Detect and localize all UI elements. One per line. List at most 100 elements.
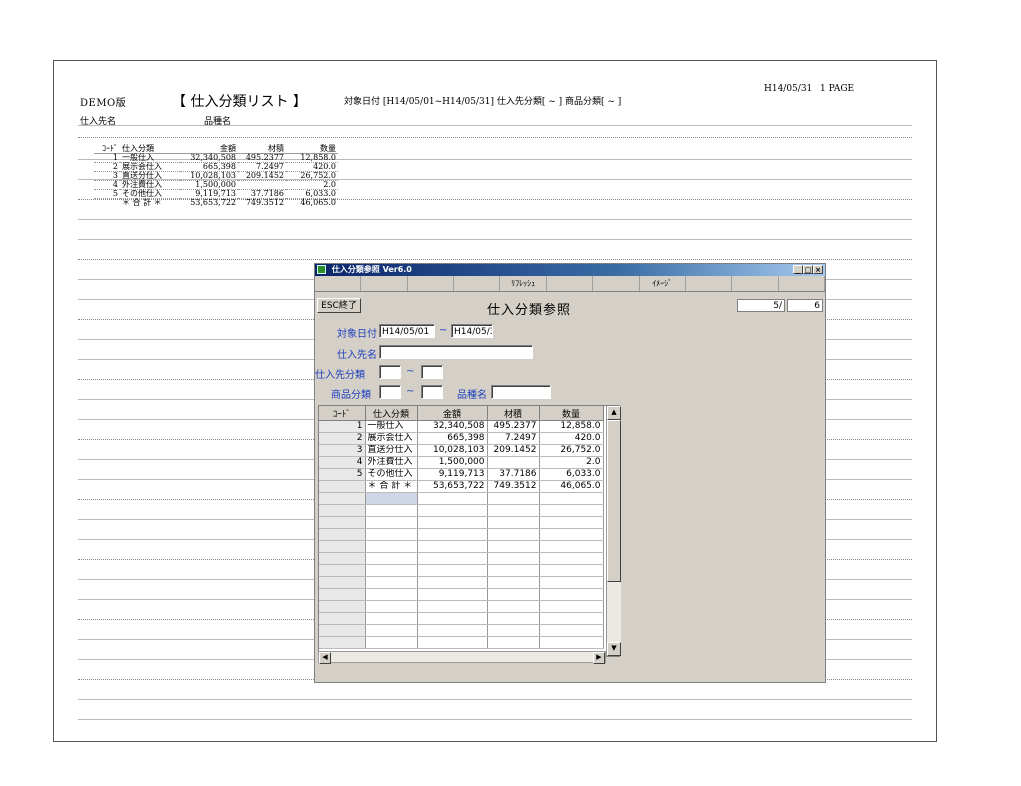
grid-cell-code[interactable] [319, 480, 366, 493]
grid-cell-volume[interactable] [487, 516, 540, 529]
grid-row[interactable]: 1 一般仕入 32,340,508 495.2377 12,858.0 [319, 420, 604, 433]
esc-exit-button[interactable]: ESC終了 [317, 298, 361, 313]
grid-cell-qty[interactable] [539, 552, 604, 565]
grid-cell-name[interactable] [365, 588, 418, 601]
grid-cell-qty[interactable]: 420.0 [539, 432, 604, 445]
grid-cell-volume[interactable] [487, 528, 540, 541]
supplier-name-field[interactable] [379, 345, 533, 359]
result-grid[interactable]: ｺｰﾄﾞ 仕入分類 金額 材積 数量 1 一般仕入 32,340,508 495.23… [318, 405, 621, 657]
grid-cell-volume[interactable] [487, 624, 540, 637]
grid-row[interactable] [319, 516, 604, 529]
product-class-to-field[interactable] [421, 385, 443, 399]
date-to-field[interactable]: H14/05/31 [451, 324, 493, 338]
grid-cell-amount[interactable]: 665,398 [417, 432, 488, 445]
grid-cell-volume[interactable] [487, 540, 540, 553]
grid-row[interactable] [319, 528, 604, 541]
grid-cell-qty[interactable]: 26,752.0 [539, 444, 604, 457]
grid-cell-qty[interactable] [539, 492, 604, 505]
grid-row[interactable] [319, 504, 604, 517]
minimize-icon[interactable]: _ [793, 265, 803, 274]
grid-row[interactable]: 3 直送分仕入 10,028,103 209.1452 26,752.0 [319, 444, 604, 457]
toolbar-button[interactable] [779, 276, 825, 291]
grid-cell-name[interactable]: 展示会仕入 [365, 432, 418, 445]
toolbar-button[interactable] [315, 276, 362, 291]
grid-cell-qty[interactable] [539, 516, 604, 529]
grid-cell-code[interactable] [319, 636, 366, 649]
supplier-class-to-field[interactable] [421, 365, 443, 379]
scroll-up-icon[interactable]: ▲ [607, 406, 621, 420]
grid-cell-qty[interactable]: 12,858.0 [539, 420, 604, 433]
grid-cell-code[interactable] [319, 492, 366, 505]
grid-cell-amount[interactable] [417, 552, 488, 565]
grid-cell-amount[interactable] [417, 516, 488, 529]
grid-cell-amount[interactable]: 32,340,508 [417, 420, 488, 433]
maximize-icon[interactable]: □ [803, 265, 813, 274]
grid-cell-code[interactable] [319, 516, 366, 529]
grid-cell-qty[interactable]: 6,033.0 [539, 468, 604, 481]
grid-cell-volume[interactable]: 495.2377 [487, 420, 540, 433]
grid-cell-amount[interactable] [417, 540, 488, 553]
grid-cell-code[interactable] [319, 552, 366, 565]
product-class-from-field[interactable] [379, 385, 401, 399]
grid-cell-qty[interactable]: 46,065.0 [539, 480, 604, 493]
grid-cell-qty[interactable] [539, 564, 604, 577]
grid-cell-amount[interactable] [417, 624, 488, 637]
grid-row[interactable] [319, 564, 604, 577]
toolbar-button[interactable] [547, 276, 594, 291]
grid-cell-qty[interactable] [539, 504, 604, 517]
vertical-scrollbar[interactable]: ▲ ▼ [606, 406, 621, 656]
grid-cell-name[interactable] [365, 552, 418, 565]
grid-cell-volume[interactable]: 209.1452 [487, 444, 540, 457]
toolbar-button[interactable] [454, 276, 501, 291]
window-titlebar[interactable]: 仕入分類参照 Ver6.0 _ □ × [315, 264, 825, 276]
grid-row[interactable] [319, 552, 604, 565]
grid-cell-name[interactable] [365, 612, 418, 625]
grid-cell-volume[interactable] [487, 612, 540, 625]
grid-cell-qty[interactable] [539, 576, 604, 589]
grid-row[interactable] [319, 576, 604, 589]
grid-col-name[interactable]: 仕入分類 [365, 406, 418, 421]
grid-row[interactable] [319, 540, 604, 553]
grid-cell-amount[interactable]: 53,653,722 [417, 480, 488, 493]
grid-cell-qty[interactable] [539, 600, 604, 613]
grid-cell-amount[interactable]: 1,500,000 [417, 456, 488, 469]
grid-row[interactable]: 4 外注費仕入 1,500,000 2.0 [319, 456, 604, 469]
grid-cell-volume[interactable] [487, 552, 540, 565]
grid-cell-code[interactable] [319, 528, 366, 541]
scroll-left-icon[interactable]: ◀ [319, 652, 331, 664]
grid-row[interactable]: 2 展示会仕入 665,398 7.2497 420.0 [319, 432, 604, 445]
grid-cell-amount[interactable] [417, 492, 488, 505]
grid-cell-qty[interactable] [539, 528, 604, 541]
grid-cell-volume[interactable] [487, 588, 540, 601]
grid-row[interactable]: 5 その他仕入 9,119,713 37.7186 6,033.0 [319, 468, 604, 481]
grid-cell-amount[interactable] [417, 588, 488, 601]
grid-cell-code[interactable] [319, 612, 366, 625]
toolbar-button[interactable] [732, 276, 779, 291]
grid-cell-qty[interactable] [539, 624, 604, 637]
scroll-down-icon[interactable]: ▼ [607, 642, 621, 656]
close-icon[interactable]: × [813, 265, 823, 274]
toolbar-button[interactable]: ｲﾒｰｼﾞ [640, 276, 686, 291]
grid-cell-name[interactable] [365, 540, 418, 553]
grid-cell-qty[interactable] [539, 636, 604, 649]
horizontal-scrollbar[interactable]: ◀ ▶ [318, 651, 606, 664]
grid-cell-code[interactable] [319, 564, 366, 577]
grid-cell-name[interactable]: その他仕入 [365, 468, 418, 481]
grid-cell-code[interactable] [319, 576, 366, 589]
grid-cell-volume[interactable]: 7.2497 [487, 432, 540, 445]
grid-cell-name[interactable] [365, 564, 418, 577]
grid-row[interactable] [319, 612, 604, 625]
grid-cell-code[interactable]: 4 [319, 456, 366, 469]
product-kind-field[interactable] [491, 385, 551, 399]
grid-row[interactable] [319, 624, 604, 637]
grid-cell-amount[interactable] [417, 636, 488, 649]
grid-cell-volume[interactable] [487, 504, 540, 517]
grid-cell-name[interactable] [365, 624, 418, 637]
grid-cell-qty[interactable] [539, 540, 604, 553]
grid-col-amount[interactable]: 金額 [417, 406, 488, 421]
grid-cell-volume[interactable] [487, 636, 540, 649]
grid-cell-code[interactable] [319, 504, 366, 517]
grid-cell-volume[interactable] [487, 456, 540, 469]
grid-cell-code[interactable] [319, 588, 366, 601]
grid-row[interactable] [319, 600, 604, 613]
